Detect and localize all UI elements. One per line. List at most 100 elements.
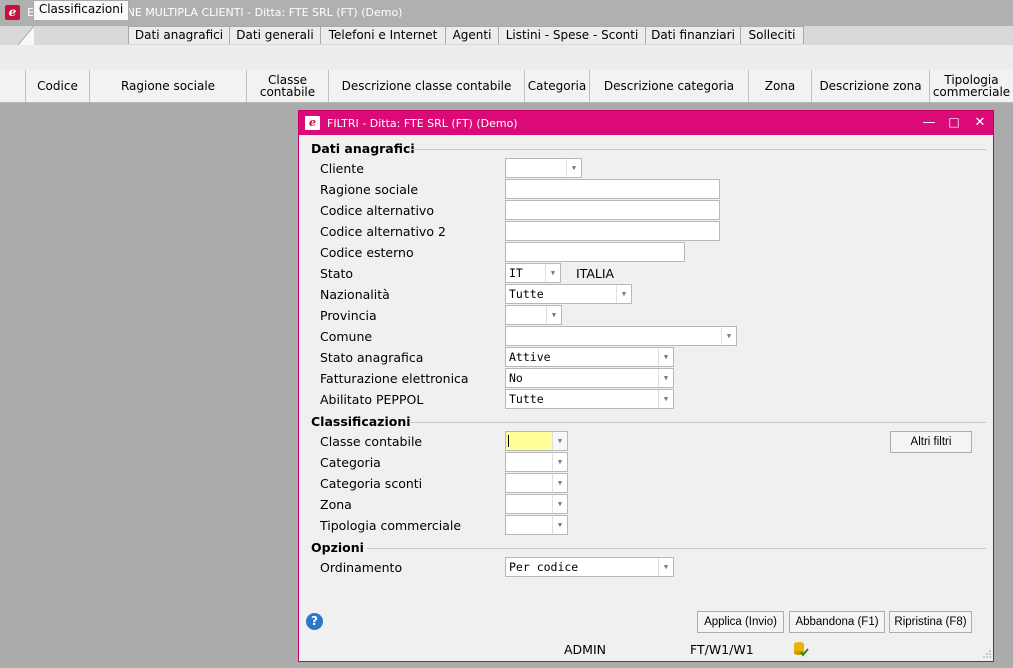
tab-dati-finanziari[interactable]: Dati finanziari: [645, 26, 741, 44]
stato-anagrafica-label: Stato anagrafica: [320, 350, 424, 365]
tab-listini-spese-sconti[interactable]: Listini - Spese - Sconti: [498, 26, 646, 44]
dropdown-arrow-icon[interactable]: ▼: [658, 558, 673, 576]
dropdown-arrow-icon[interactable]: ▼: [616, 285, 631, 303]
stato-anagrafica-value: Attive: [509, 350, 551, 364]
dropdown-arrow-icon[interactable]: ▼: [552, 516, 567, 534]
stato-combo[interactable]: IT ▼: [505, 263, 561, 283]
codice-esterno-input[interactable]: [505, 242, 685, 262]
tab-telefoni-internet[interactable]: Telefoni e Internet: [320, 26, 446, 44]
dropdown-arrow-icon[interactable]: ▼: [546, 306, 561, 324]
tab-solleciti[interactable]: Solleciti: [740, 26, 804, 44]
abilitato-peppol-combo[interactable]: Tutte ▼: [505, 389, 674, 409]
app-logo-icon: e: [5, 5, 20, 20]
dropdown-arrow-icon[interactable]: ▼: [552, 432, 567, 450]
provincia-combo[interactable]: ▼: [505, 305, 562, 325]
dialog-titlebar[interactable]: e FILTRI - Ditta: FTE SRL (FT) (Demo) — …: [299, 111, 993, 135]
dialog-title: FILTRI - Ditta: FTE SRL (FT) (Demo): [327, 117, 518, 130]
ragione-sociale-input[interactable]: [505, 179, 720, 199]
comune-label: Comune: [320, 329, 373, 344]
column-header-zona[interactable]: Zona: [749, 70, 812, 102]
grid-row-selector-header: [0, 70, 26, 102]
database-check-icon: [794, 642, 809, 657]
tipologia-commerciale-combo[interactable]: ▼: [505, 515, 568, 535]
ordinamento-combo[interactable]: Per codice ▼: [505, 557, 674, 577]
classe-contabile-label: Classe contabile: [320, 434, 423, 449]
cliente-combo[interactable]: ▼: [505, 158, 582, 178]
codice-alternativo-2-label: Codice alternativo 2: [320, 224, 446, 239]
dropdown-arrow-icon[interactable]: ▼: [658, 390, 673, 408]
tab-classificazioni[interactable]: Classificazioni: [33, 0, 129, 20]
dropdown-arrow-icon[interactable]: ▼: [658, 348, 673, 366]
comune-combo[interactable]: ▼: [505, 326, 737, 346]
nazionalita-label: Nazionalità: [320, 287, 390, 302]
applica-button[interactable]: Applica (Invio): [697, 611, 784, 633]
close-icon[interactable]: ✕: [970, 114, 990, 131]
tipologia-commerciale-label: Tipologia commerciale: [320, 518, 462, 533]
stato-anagrafica-combo[interactable]: Attive ▼: [505, 347, 674, 367]
stato-label: Stato: [320, 266, 354, 281]
abilitato-peppol-value: Tutte: [509, 392, 544, 406]
column-header-classe-contabile[interactable]: Classe contabile: [247, 70, 329, 102]
abilitato-peppol-label: Abilitato PEPPOL: [320, 392, 424, 407]
status-user: ADMIN: [564, 642, 606, 657]
fatturazione-elettronica-value: No: [509, 371, 523, 385]
codice-alternativo-input[interactable]: [505, 200, 720, 220]
status-path: FT/W1/W1: [690, 642, 754, 657]
column-header-categoria[interactable]: Categoria: [525, 70, 590, 102]
ordinamento-value: Per codice: [509, 560, 579, 574]
codice-alternativo-2-input[interactable]: [505, 221, 720, 241]
dropdown-arrow-icon[interactable]: ▼: [545, 264, 560, 282]
tab-slant-decoration: [18, 26, 34, 45]
categoria-combo[interactable]: ▼: [505, 452, 568, 472]
section-divider: [411, 149, 986, 150]
fatturazione-elettronica-label: Fatturazione elettronica: [320, 371, 469, 386]
grid-header: Codice Ragione sociale Classe contabile …: [0, 70, 1013, 103]
provincia-label: Provincia: [320, 308, 377, 323]
dropdown-arrow-icon[interactable]: ▼: [552, 474, 567, 492]
filters-dialog: e FILTRI - Ditta: FTE SRL (FT) (Demo) — …: [298, 110, 994, 662]
resize-grip-icon[interactable]: [982, 649, 992, 659]
classe-contabile-combo[interactable]: ▼: [505, 431, 568, 451]
column-header-ragione-sociale[interactable]: Ragione sociale: [90, 70, 247, 102]
tab-dati-anagrafici[interactable]: Dati anagrafici: [128, 26, 230, 44]
section-divider: [409, 422, 986, 423]
ripristina-button[interactable]: Ripristina (F8): [889, 611, 972, 633]
section-classificazioni: Classificazioni: [311, 414, 411, 429]
maximize-icon[interactable]: □: [944, 114, 964, 131]
abbandona-button[interactable]: Abbandona (F1): [789, 611, 885, 633]
help-icon[interactable]: ?: [306, 613, 323, 630]
tab-agenti[interactable]: Agenti: [445, 26, 499, 44]
text-caret: [508, 435, 509, 447]
column-header-tipologia-commerciale[interactable]: Tipologia commerciale: [930, 70, 1013, 102]
nazionalita-combo[interactable]: Tutte ▼: [505, 284, 632, 304]
nazionalita-value: Tutte: [509, 287, 544, 301]
codice-esterno-label: Codice esterno: [320, 245, 414, 260]
fatturazione-elettronica-combo[interactable]: No ▼: [505, 368, 674, 388]
altri-filtri-button[interactable]: Altri filtri: [890, 431, 972, 453]
section-dati-anagrafici: Dati anagrafici: [311, 141, 415, 156]
column-header-descrizione-categoria[interactable]: Descrizione categoria: [590, 70, 749, 102]
dropdown-arrow-icon[interactable]: ▼: [552, 495, 567, 513]
window-titlebar: e EG801 - VARIAZIONE MULTIPLA CLIENTI - …: [0, 0, 1013, 26]
column-header-descrizione-zona[interactable]: Descrizione zona: [812, 70, 930, 102]
ragione-sociale-label: Ragione sociale: [320, 182, 419, 197]
tab-dati-generali[interactable]: Dati generali: [229, 26, 321, 44]
categoria-label: Categoria: [320, 455, 381, 470]
column-header-descrizione-classe-contabile[interactable]: Descrizione classe contabile: [329, 70, 525, 102]
minimize-icon[interactable]: —: [919, 114, 939, 131]
codice-alternativo-label: Codice alternativo: [320, 203, 434, 218]
categoria-sconti-label: Categoria sconti: [320, 476, 423, 491]
categoria-sconti-combo[interactable]: ▼: [505, 473, 568, 493]
app-logo-icon: e: [305, 116, 320, 130]
stato-value: IT: [509, 266, 523, 280]
zona-label: Zona: [320, 497, 352, 512]
zona-combo[interactable]: ▼: [505, 494, 568, 514]
ordinamento-label: Ordinamento: [320, 560, 403, 575]
dropdown-arrow-icon[interactable]: ▼: [552, 453, 567, 471]
section-opzioni: Opzioni: [311, 540, 364, 555]
dropdown-arrow-icon[interactable]: ▼: [658, 369, 673, 387]
section-divider: [367, 548, 986, 549]
column-header-codice[interactable]: Codice: [26, 70, 90, 102]
dropdown-arrow-icon[interactable]: ▼: [566, 159, 581, 177]
dropdown-arrow-icon[interactable]: ▼: [721, 327, 736, 345]
